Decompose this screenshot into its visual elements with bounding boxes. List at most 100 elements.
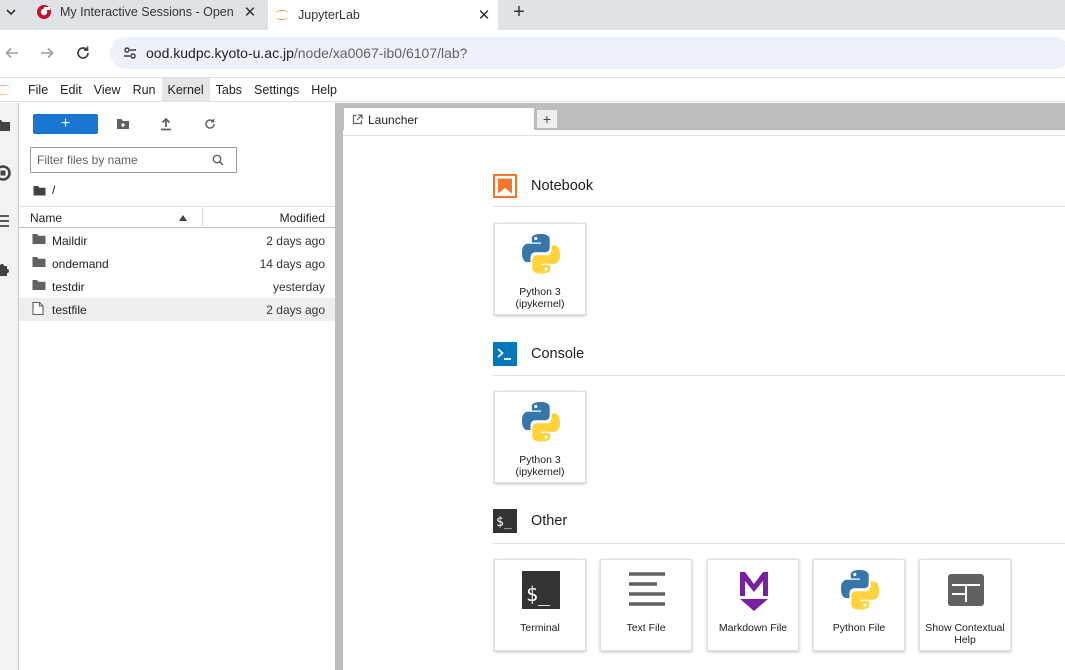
- browser-tab-jupyterlab[interactable]: JupyterLab ✕: [268, 0, 498, 30]
- column-header-modified[interactable]: Modified: [280, 211, 325, 225]
- site-info-button[interactable]: [116, 39, 144, 67]
- card-label: Terminal: [520, 622, 560, 634]
- card-label: Markdown File: [718, 622, 788, 634]
- card-label: Python 3 (ipykernel): [515, 286, 565, 310]
- url-host: ood.kudpc.kyoto-u.ac.jp: [146, 45, 294, 61]
- address-bar[interactable]: ood.kudpc.kyoto-u.ac.jp/node/xa0067-ib0/…: [110, 37, 1065, 69]
- file-modified: yesterday: [272, 280, 325, 294]
- file-row[interactable]: ondemand 14 days ago: [19, 252, 335, 275]
- main-tab-bar: Launcher +: [343, 103, 1065, 131]
- refresh-icon: [205, 119, 215, 129]
- close-tab-icon[interactable]: ✕: [474, 6, 494, 24]
- launcher-card-python-file[interactable]: Python File: [813, 559, 905, 651]
- forward-button[interactable]: [35, 41, 59, 65]
- search-icon: [212, 154, 224, 166]
- extension-manager-tab[interactable]: [0, 260, 12, 278]
- column-divider[interactable]: [202, 207, 203, 228]
- file-row[interactable]: testfile 2 days ago: [19, 298, 335, 321]
- file-browser-tab[interactable]: [0, 116, 12, 134]
- jupyter-favicon-icon: [276, 10, 288, 20]
- section-divider: [493, 375, 1065, 376]
- stop-circle-icon: [0, 165, 11, 181]
- file-name: testfile: [52, 303, 87, 317]
- refresh-button[interactable]: [201, 115, 219, 133]
- tab-search-button[interactable]: [0, 0, 22, 24]
- contextual-help-icon: [948, 574, 984, 606]
- home-folder-icon[interactable]: [33, 185, 46, 196]
- new-folder-icon: [117, 119, 129, 129]
- python-logo-icon: [522, 234, 560, 274]
- browser-tab-strip: My Interactive Sessions - Open ✕ Jupyter…: [0, 0, 1065, 34]
- menu-view[interactable]: View: [88, 78, 127, 102]
- url-path: /node/xa0067-ib0/6107/lab?: [293, 45, 468, 61]
- file-name: Maildir: [52, 234, 88, 248]
- file-modified: 2 days ago: [266, 303, 325, 317]
- launcher-card-terminal[interactable]: $_ Terminal: [494, 559, 586, 651]
- file-icon: [32, 302, 44, 315]
- file-row[interactable]: Maildir 2 days ago: [19, 229, 335, 252]
- card-label: Python 3 (ipykernel): [515, 454, 565, 478]
- browser-tab-title: JupyterLab: [298, 8, 360, 22]
- menu-edit[interactable]: Edit: [54, 78, 88, 102]
- filter-files-field[interactable]: [30, 147, 237, 173]
- menu-help[interactable]: Help: [305, 78, 343, 102]
- python-logo-icon: [841, 570, 879, 610]
- section-header: Console: [493, 342, 584, 366]
- file-list-header: Name Modified: [19, 206, 335, 228]
- breadcrumb-root[interactable]: /: [52, 183, 55, 197]
- sort-ascending-icon: [179, 215, 187, 221]
- section-header: $_ Other: [493, 509, 567, 533]
- launcher-card-contextual-help[interactable]: Show Contextual Help: [919, 559, 1011, 651]
- add-launcher-tab-button[interactable]: +: [536, 109, 558, 129]
- menu-tabs[interactable]: Tabs: [210, 78, 248, 102]
- section-title: Console: [531, 346, 585, 362]
- menu-run[interactable]: Run: [127, 78, 162, 102]
- jupyter-menubar: File Edit View Run Kernel Tabs Settings …: [0, 77, 1065, 102]
- file-modified: 14 days ago: [259, 257, 325, 271]
- list-icon: [0, 215, 9, 227]
- menu-settings[interactable]: Settings: [248, 78, 305, 102]
- browser-toolbar: ood.kudpc.kyoto-u.ac.jp/node/xa0067-ib0/…: [0, 30, 1065, 76]
- new-launcher-button[interactable]: +: [33, 114, 98, 134]
- section-divider: [493, 543, 1065, 544]
- card-label: Python File: [832, 622, 886, 634]
- reload-button[interactable]: [71, 41, 95, 65]
- table-of-contents-tab[interactable]: [0, 212, 12, 230]
- menu-file[interactable]: File: [22, 78, 54, 102]
- filter-files-input[interactable]: [31, 153, 201, 167]
- panel-splitter[interactable]: [335, 103, 343, 670]
- launcher-card-text-file[interactable]: Text File: [600, 559, 692, 651]
- url-text: ood.kudpc.kyoto-u.ac.jp/node/xa0067-ib0/…: [146, 45, 467, 61]
- browser-tab-interactive-sessions[interactable]: My Interactive Sessions - Open ✕: [22, 0, 264, 24]
- upload-icon: [161, 117, 171, 131]
- folder-icon: [32, 257, 46, 267]
- upload-button[interactable]: [157, 115, 175, 133]
- svg-text:$_: $_: [526, 582, 551, 606]
- section-title: Notebook: [531, 178, 594, 194]
- new-tab-button[interactable]: +: [508, 0, 530, 24]
- text-file-icon: [629, 572, 665, 606]
- puzzle-icon: [0, 264, 9, 276]
- back-button[interactable]: [0, 41, 24, 65]
- arrow-left-icon: [5, 47, 18, 59]
- breadcrumb: /: [33, 182, 55, 198]
- file-name: testdir: [52, 280, 85, 294]
- section-divider: [493, 206, 1065, 207]
- launcher-card-markdown-file[interactable]: Markdown File: [707, 559, 799, 651]
- new-folder-button[interactable]: [114, 115, 132, 133]
- launcher-card-console-python3[interactable]: Python 3 (ipykernel): [494, 391, 586, 483]
- terminal-icon: $_: [493, 509, 517, 533]
- file-row[interactable]: testdir yesterday: [19, 275, 335, 298]
- menu-kernel[interactable]: Kernel: [161, 77, 210, 102]
- column-header-name[interactable]: Name: [30, 211, 62, 225]
- launcher-card-notebook-python3[interactable]: Python 3 (ipykernel): [494, 223, 586, 315]
- tab-launcher[interactable]: Launcher: [343, 107, 535, 131]
- running-sessions-tab[interactable]: [0, 164, 12, 182]
- svg-text:$_: $_: [496, 515, 512, 530]
- left-activity-bar: [0, 103, 19, 670]
- folder-icon: [32, 234, 46, 244]
- markdown-icon: [740, 572, 768, 611]
- card-label: Text File: [626, 622, 666, 634]
- file-browser-panel: + / Name Modified Maildir 2 days ago ond…: [19, 103, 335, 670]
- close-tab-icon[interactable]: ✕: [240, 3, 260, 21]
